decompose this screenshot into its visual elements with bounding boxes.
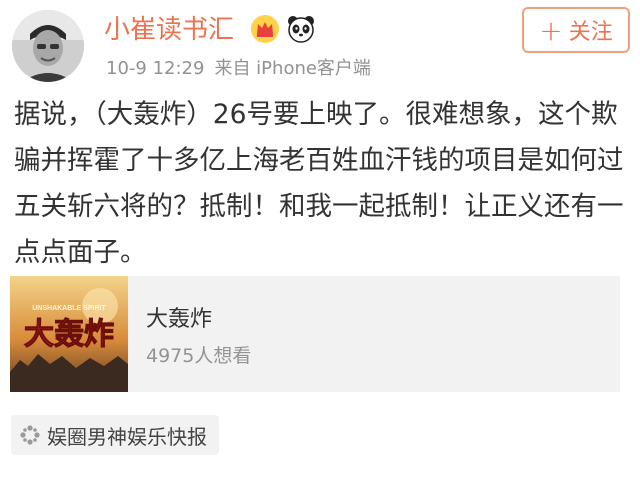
crown-icon xyxy=(251,15,279,43)
supertopic-label: 娱圈男神娱乐快报 xyxy=(47,424,207,449)
supertopic-icon xyxy=(20,425,40,445)
username[interactable]: 小崔读书汇 xyxy=(104,14,234,46)
want-to-watch-count: 4975人想看 xyxy=(146,345,252,367)
follow-button[interactable]: + 关注 xyxy=(522,7,630,53)
post-source: 来自 iPhone客户端 xyxy=(214,58,371,79)
movie-card[interactable]: UNSHAKABLE SPIRIT 大轰炸 大轰炸 4975人想看 xyxy=(10,276,620,392)
post-text: 据说，（大轰炸）26号要上映了。很难想象，这个欺骗并挥霍了十多亿上海老百姓血汗钱… xyxy=(14,99,624,268)
user-avatar-icon xyxy=(12,10,84,82)
movie-title: 大轰炸 xyxy=(146,307,213,332)
follow-label: 关注 xyxy=(568,20,613,45)
plus-icon: + xyxy=(539,13,563,47)
avatar[interactable] xyxy=(12,10,84,82)
movie-poster: UNSHAKABLE SPIRIT 大轰炸 xyxy=(10,276,128,392)
user-badges xyxy=(250,14,316,44)
supertopic-tag[interactable]: 娱圈男神娱乐快报 xyxy=(11,415,219,455)
poster-title: 大轰炸 xyxy=(24,317,114,352)
poster-tagline: UNSHAKABLE SPIRIT xyxy=(32,305,106,312)
post-time: 10-9 12:29 xyxy=(106,58,205,79)
post-meta: 10-9 12:29 来自 iPhone客户端 xyxy=(106,57,381,81)
panda-icon xyxy=(288,16,314,43)
